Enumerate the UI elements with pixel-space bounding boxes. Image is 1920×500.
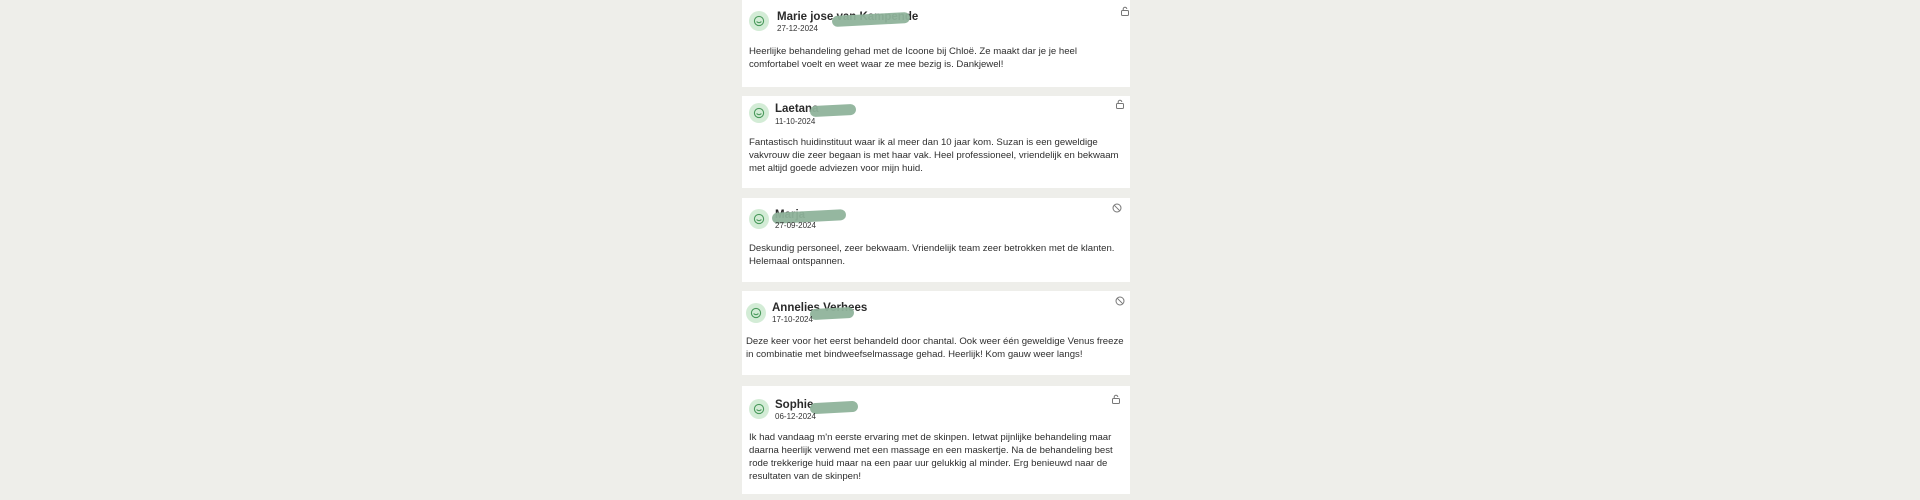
reviewer-name: Sophie	[775, 399, 814, 411]
review-card: Annelies Verhees 17-10-2024 Deze keer vo…	[742, 291, 1130, 375]
review-text: Fantastisch huidinstituut waar ik al mee…	[749, 137, 1119, 174]
review-text: Heerlijke behandeling gehad met de Icoon…	[749, 46, 1077, 70]
review-date: 06-12-2024	[775, 412, 816, 421]
lock-open-icon[interactable]	[1111, 394, 1121, 404]
review-text: Deskundig personeel, zeer bekwaam. Vrien…	[749, 243, 1115, 267]
redaction-mark	[809, 400, 859, 415]
lock-open-icon[interactable]	[1115, 99, 1125, 109]
review-date: 27-09-2024	[775, 221, 816, 230]
smiley-avatar-icon	[746, 303, 766, 323]
review-date: 27-12-2024	[777, 24, 818, 33]
review-card: Marie jose van Kampende 27-12-2024 Heerl…	[742, 0, 1130, 87]
smiley-avatar-icon	[749, 399, 769, 419]
review-card: Marja 27-09-2024 Deskundig personeel, ze…	[742, 198, 1130, 282]
smiley-avatar-icon	[749, 209, 769, 229]
review-date: 17-10-2024	[772, 315, 813, 324]
smiley-avatar-icon	[749, 11, 769, 31]
review-text: Deze keer voor het eerst behandeld door …	[746, 336, 1124, 360]
review-card: Sophie 06-12-2024 Ik had vandaag m'n eer…	[742, 386, 1130, 494]
lock-open-icon[interactable]	[1120, 6, 1130, 16]
blocked-icon[interactable]	[1115, 296, 1125, 306]
redaction-mark	[809, 103, 857, 118]
review-card: Laetana 11-10-2024 Fantastisch huidinsti…	[742, 96, 1130, 188]
smiley-avatar-icon	[749, 103, 769, 123]
review-date: 11-10-2024	[775, 117, 816, 126]
blocked-icon[interactable]	[1112, 203, 1122, 213]
review-text: Ik had vandaag m'n eerste ervaring met d…	[749, 432, 1113, 482]
redaction-mark	[809, 306, 855, 321]
